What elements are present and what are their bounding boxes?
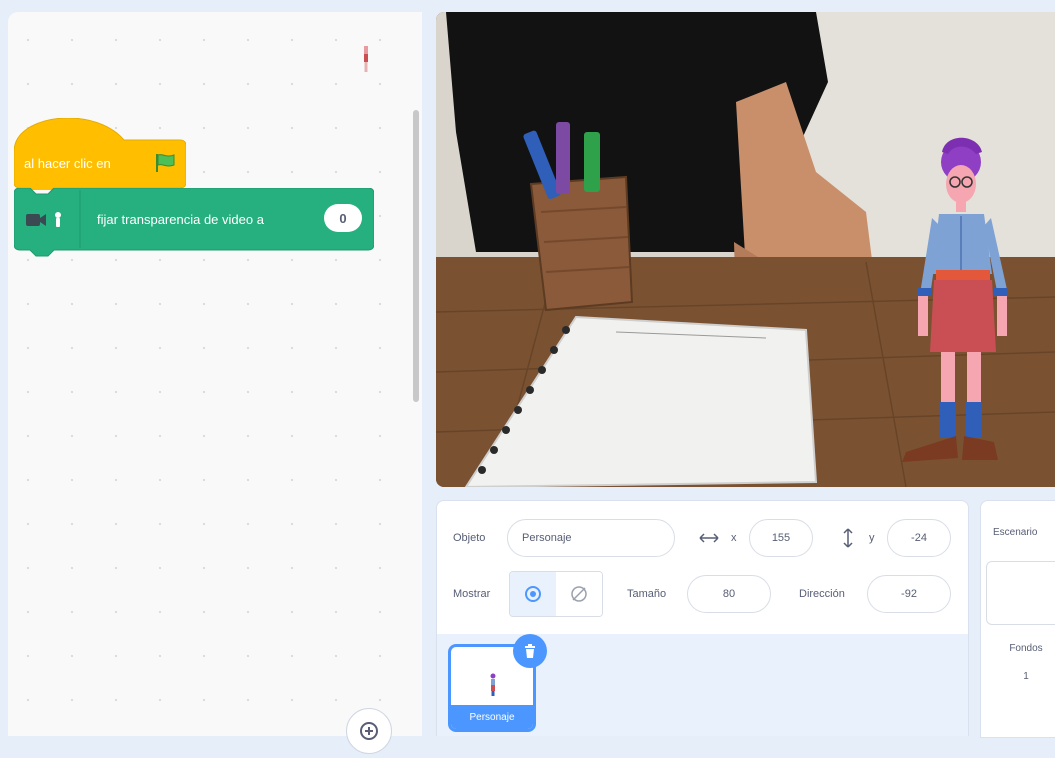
show-label: Mostrar — [453, 588, 491, 600]
eye-hidden-icon — [571, 586, 587, 602]
x-label: x — [731, 532, 737, 544]
code-scrollbar[interactable] — [413, 110, 419, 402]
x-position-input[interactable]: 155 — [749, 519, 813, 557]
transparency-value-input[interactable]: 0 — [324, 204, 362, 232]
stage-pane-title: Escenario — [993, 527, 1038, 538]
backdrops-label: Fondos — [1009, 643, 1043, 654]
stage-thumbnail[interactable] — [986, 561, 1055, 625]
sprite-name-input[interactable]: Personaje — [507, 519, 675, 557]
direction-label: Dirección — [799, 588, 845, 600]
backdrops-count: 1 — [1023, 671, 1029, 682]
sprite-tile-label: Personaje — [451, 705, 533, 729]
visibility-toggle — [509, 571, 603, 617]
size-label: Tamaño — [627, 588, 667, 600]
green-flag-icon — [156, 154, 175, 172]
stage-selector-pane[interactable]: Escenario Fondos 1 — [980, 500, 1055, 738]
stage-canvas[interactable] — [436, 12, 1055, 487]
show-visible-button[interactable] — [510, 572, 557, 616]
y-position-input[interactable]: -24 — [887, 519, 951, 557]
stack-block-label: fijar transparencia de video a — [97, 212, 264, 227]
zoom-in-button[interactable] — [346, 708, 392, 754]
sprite-tile-icon — [490, 673, 496, 696]
delete-sprite-button[interactable] — [513, 634, 547, 668]
sprite-info-panel: Objeto Personaje x 155 y -24 Mostrar Tam… — [436, 500, 969, 636]
trash-icon — [525, 644, 535, 658]
y-label: y — [869, 532, 875, 544]
hat-block-label: al hacer clic en — [24, 156, 111, 171]
stage-video-feed — [436, 12, 1055, 487]
x-arrows-icon — [699, 533, 719, 543]
sprite-name-label: Objeto — [453, 532, 486, 544]
video-camera-icon — [26, 212, 61, 227]
eye-icon — [525, 586, 541, 602]
sprite-thumbnail-icon — [364, 46, 368, 72]
direction-input[interactable]: -92 — [867, 575, 951, 613]
y-arrows-icon — [843, 528, 853, 548]
size-input[interactable]: 80 — [687, 575, 771, 613]
show-hidden-button[interactable] — [556, 572, 602, 616]
set-video-transparency-block[interactable]: fijar transparencia de video a 0 — [14, 188, 374, 257]
zoom-in-icon — [360, 722, 378, 740]
when-flag-clicked-block[interactable]: al hacer clic en — [14, 118, 186, 190]
